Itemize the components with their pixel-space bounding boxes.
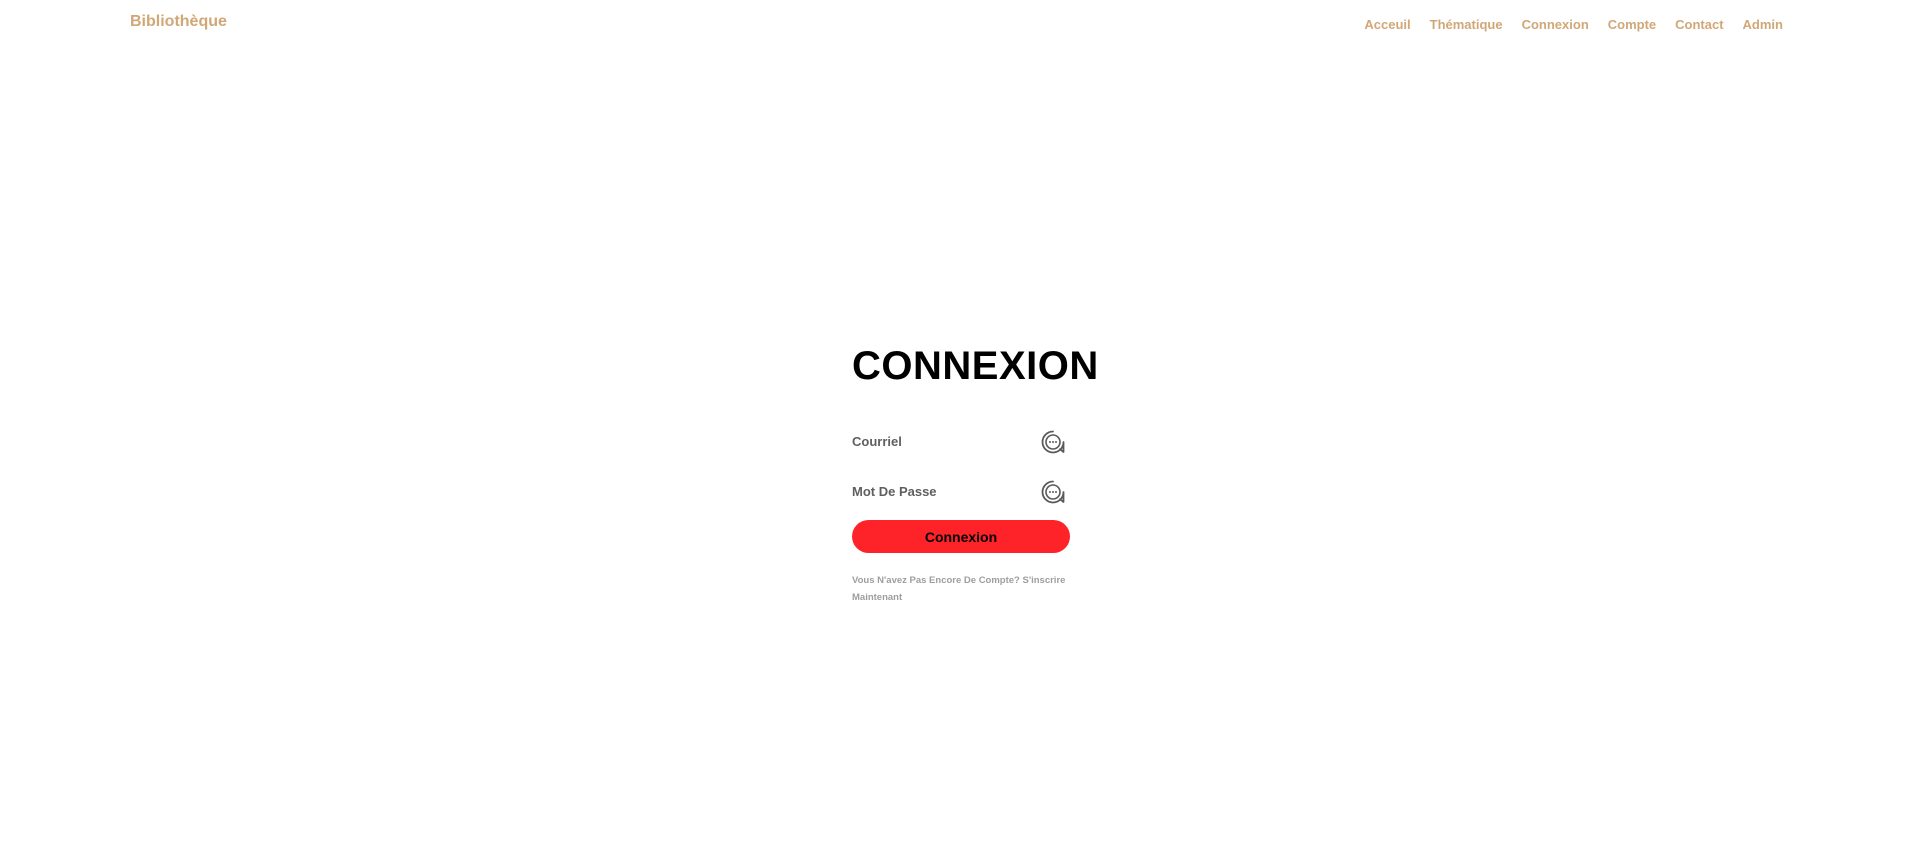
signup-text: Vous N'avez Pas Encore De Compte? (852, 575, 1020, 586)
login-form: CONNEXION Connexion Vous N'avez Pas Enco… (852, 344, 1099, 606)
nav-item-compte: Compte (1608, 16, 1656, 34)
nav-item-connexion: Connexion (1522, 16, 1589, 34)
navbar: Bibliothèque Acceuil Thématique Connexio… (0, 0, 1907, 46)
nav-link-thematique[interactable]: Thématique (1430, 17, 1503, 32)
nav-item-thematique: Thématique (1430, 16, 1503, 34)
chat-bubble-icon (1041, 430, 1065, 454)
nav-link-admin[interactable]: Admin (1743, 17, 1783, 32)
nav-item-acceuil: Acceuil (1364, 16, 1410, 34)
nav-link-contact[interactable]: Contact (1675, 17, 1723, 32)
email-field-wrapper (852, 426, 1070, 456)
password-field-wrapper (852, 476, 1070, 506)
nav-menu: Acceuil Thématique Connexion Compte Cont… (1364, 16, 1783, 34)
nav-item-admin: Admin (1743, 16, 1783, 34)
email-input[interactable] (852, 426, 1070, 456)
chat-bubble-icon (1041, 480, 1065, 504)
brand-logo-link[interactable]: Bibliothèque (130, 13, 227, 31)
nav-item-contact: Contact (1675, 16, 1723, 34)
page-title: CONNEXION (852, 344, 1099, 388)
nav-link-connexion[interactable]: Connexion (1522, 17, 1589, 32)
login-button[interactable]: Connexion (852, 520, 1070, 553)
nav-link-compte[interactable]: Compte (1608, 17, 1656, 32)
signup-prompt: Vous N'avez Pas Encore De Compte? S'insc… (852, 572, 1082, 606)
password-input[interactable] (852, 476, 1070, 506)
nav-link-acceuil[interactable]: Acceuil (1364, 17, 1410, 32)
